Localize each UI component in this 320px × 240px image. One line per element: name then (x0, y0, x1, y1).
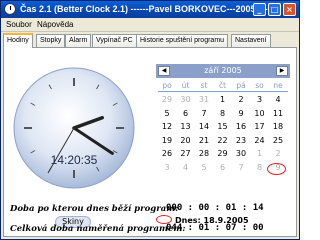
calendar-day[interactable]: 4 (269, 95, 287, 104)
calendar-day[interactable]: 5 (195, 163, 213, 172)
total-time-value: 044 : 01 : 07 : 00 (166, 223, 264, 233)
weekday-label: ne (273, 81, 283, 90)
calendar-day[interactable]: 8 (251, 163, 269, 172)
calendar-day[interactable]: 19 (158, 136, 176, 145)
calendar-day[interactable]: 3 (158, 163, 176, 172)
calendar-day[interactable]: 6 (214, 163, 232, 172)
app-window: Čas 2.1 (Better Clock 2.1) ------Pavel B… (0, 0, 300, 240)
window-title: Čas 2.1 (Better Clock 2.1) ------Pavel B… (20, 4, 274, 14)
calendar-day[interactable]: 7 (195, 109, 213, 118)
clock-icon (4, 3, 16, 15)
calendar-day[interactable]: 17 (251, 122, 269, 131)
calendar-day[interactable]: 2 (232, 95, 250, 104)
tab-strip: Hodiny Stopky Alarm Vypínač PC Historie … (3, 33, 299, 48)
tab-stopky[interactable]: Stopky (36, 34, 66, 47)
total-time-label: Celková doba naměřená programem: (10, 224, 186, 234)
calendar-day[interactable]: 30 (232, 149, 250, 158)
tab-alarm[interactable]: Alarm (65, 34, 92, 47)
calendar-day[interactable]: 26 (158, 149, 176, 158)
weekday-label: čt (218, 81, 227, 90)
calendar-day[interactable]: 25 (269, 136, 287, 145)
calendar-day[interactable]: 2 (269, 149, 287, 158)
calendar-day[interactable]: 10 (251, 109, 269, 118)
run-time-label: Doba po kterou dnes běží program: (10, 204, 179, 214)
tab-nastaveni[interactable]: Nastavení (231, 34, 271, 47)
calendar-day[interactable]: 1 (214, 95, 232, 104)
calendar-day[interactable]: 1 (251, 149, 269, 158)
calendar-divider (158, 91, 288, 92)
weekday-label: so (255, 81, 264, 90)
calendar-day[interactable]: 28 (195, 149, 213, 158)
run-time-value: 000 : 00 : 01 : 14 (166, 203, 264, 213)
calendar-day[interactable]: 13 (177, 122, 195, 131)
calendar-day[interactable]: 29 (214, 149, 232, 158)
digital-time: 14:20:35 (51, 153, 98, 167)
weekday-label: pá (236, 81, 246, 90)
calendar-day[interactable]: 16 (232, 122, 250, 131)
tab-historie[interactable]: Historie spuštění programu (136, 34, 229, 47)
calendar-day[interactable]: 23 (232, 136, 250, 145)
calendar-day[interactable]: 12 (158, 122, 176, 131)
maximize-button[interactable]: □ (268, 3, 281, 16)
weekday-label: st (200, 81, 208, 90)
calendar-day[interactable]: 15 (214, 122, 232, 131)
tab-vypinac-pc[interactable]: Vypínač PC (92, 34, 137, 47)
right-arrow-icon[interactable]: ▶ (276, 66, 288, 76)
calendar-day[interactable]: 11 (269, 109, 287, 118)
menu-napoveda[interactable]: Nápověda (37, 20, 73, 29)
calendar-day[interactable]: 5 (158, 109, 176, 118)
calendar-day[interactable]: 7 (232, 163, 250, 172)
calendar-day[interactable]: 9 (232, 109, 250, 118)
menu-bar: Soubor Nápověda (1, 18, 299, 32)
calendar-day[interactable]: 3 (251, 95, 269, 104)
today-highlight (267, 163, 286, 175)
calendar-day[interactable]: 18 (269, 122, 287, 131)
calendar-day[interactable]: 31 (195, 95, 213, 104)
title-bar[interactable]: Čas 2.1 (Better Clock 2.1) ------Pavel B… (1, 1, 299, 18)
weekday-label: út (181, 81, 190, 90)
calendar-day[interactable]: 30 (177, 95, 195, 104)
clock-panel: 14:20:35 Skiny ◀ září 2005 ▶ po út st čt pá s… (3, 47, 297, 237)
calendar-day[interactable]: 6 (177, 109, 195, 118)
calendar-day[interactable]: 8 (214, 109, 232, 118)
calendar-day[interactable]: 24 (251, 136, 269, 145)
calendar-day[interactable]: 29 (158, 95, 176, 104)
menu-soubor[interactable]: Soubor (6, 20, 32, 29)
calendar-day[interactable]: 22 (214, 136, 232, 145)
calendar-day[interactable]: 21 (195, 136, 213, 145)
calendar-day[interactable]: 4 (177, 163, 195, 172)
minimize-button[interactable]: _ (253, 3, 266, 16)
calendar-month: září 2005 (204, 66, 242, 75)
calendar-day[interactable]: 14 (195, 122, 213, 131)
analog-clock: 14:20:35 (10, 66, 140, 198)
close-button[interactable]: × (283, 3, 296, 16)
calendar-header: ◀ září 2005 ▶ (156, 64, 290, 78)
tab-hodiny[interactable]: Hodiny (3, 33, 33, 48)
calendar-day[interactable]: 27 (177, 149, 195, 158)
weekday-label: po (162, 81, 172, 90)
calendar-day[interactable]: 20 (177, 136, 195, 145)
